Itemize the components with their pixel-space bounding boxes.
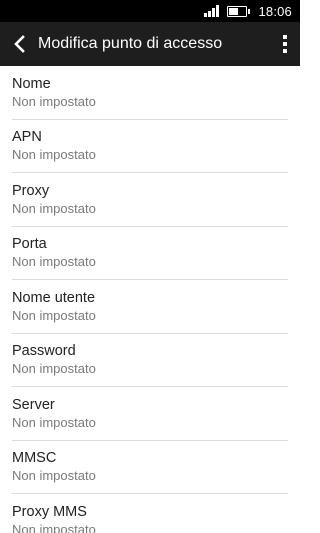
setting-label: Porta [12,236,47,253]
setting-item-nome[interactable]: Nome Non impostato [12,66,288,120]
back-arrow-icon [14,35,25,53]
setting-value: Non impostato [12,147,96,163]
action-bar: Modifica punto di accesso [0,22,300,66]
setting-value: Non impostato [12,307,96,323]
back-button[interactable] [2,22,36,66]
overflow-menu-icon [283,35,287,53]
setting-label: MMSC [12,450,57,467]
setting-label: APN [12,129,42,146]
setting-item-password[interactable]: Password Non impostato [12,334,288,387]
setting-value: Non impostato [12,361,96,377]
setting-value: Non impostato [12,414,96,430]
status-bar: 18:06 [0,0,300,22]
status-time: 18:06 [258,3,292,19]
setting-label: Proxy [12,182,50,199]
setting-item-apn[interactable]: APN Non impostato [12,120,288,173]
page-title: Modifica punto di accesso [38,35,223,52]
overflow-menu-button[interactable] [270,22,300,66]
setting-value: Non impostato [12,200,96,216]
setting-item-nome-utente[interactable]: Nome utente Non impostato [12,280,288,334]
setting-label: Server [12,396,55,413]
signal-icon [204,5,220,17]
setting-label: Proxy MMS [12,504,87,521]
setting-value: Non impostato [12,93,96,109]
setting-item-porta[interactable]: Porta Non impostato [12,227,288,280]
apn-settings-list: Nome Non impostato APN Non impostato Pro… [0,66,300,533]
setting-item-server[interactable]: Server Non impostato [12,387,288,441]
setting-label: Password [12,343,76,360]
battery-icon [227,5,251,17]
setting-label: Nome [12,75,51,92]
setting-label: Nome utente [12,289,96,306]
setting-value: Non impostato [12,522,96,533]
setting-value: Non impostato [12,254,96,270]
setting-item-mmsc[interactable]: MMSC Non impostato [12,441,288,494]
setting-item-proxy-mms[interactable]: Proxy MMS Non impostato [12,494,288,533]
setting-value: Non impostato [12,468,96,484]
setting-item-proxy[interactable]: Proxy Non impostato [12,173,288,227]
